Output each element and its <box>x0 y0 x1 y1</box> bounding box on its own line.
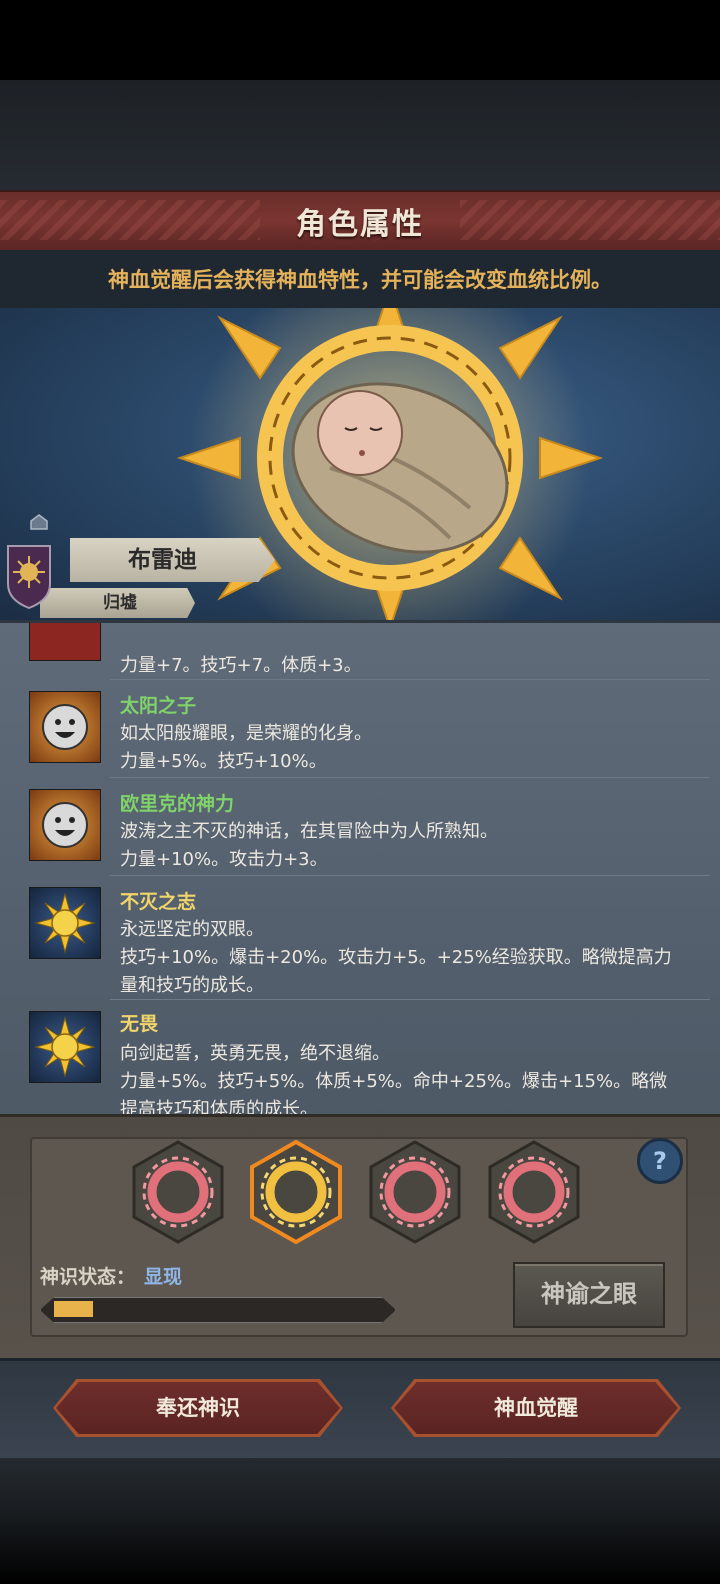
golden-sun-icon <box>29 1011 101 1083</box>
trait-effect: 量和技巧的成长。 <box>120 975 264 996</box>
golden-sunburst-icon <box>250 1139 342 1245</box>
blood-awaken-button[interactable]: 神血觉醒 <box>391 1379 681 1437</box>
oracle-eye-button[interactable]: 神谕之眼 <box>513 1262 665 1328</box>
trait-description: 向剑起誓，英勇无畏，绝不退缩。 <box>120 1043 390 1064</box>
divine-status-label: 神识状态： <box>40 1266 136 1288</box>
title-bar: 角色属性 <box>0 190 720 252</box>
subtitle-bar: 神血觉醒后会获得神血特性，并可能会改变血统比例。 <box>0 250 720 308</box>
trait-effect: 力量+10%。攻击力+3。 <box>120 849 328 870</box>
house-name: 归墟 <box>103 593 137 613</box>
smiley-icon <box>29 789 101 861</box>
trait-description: 如太阳般耀眼，是荣耀的化身。 <box>120 723 372 744</box>
trait-name: 不灭之志 <box>120 891 197 913</box>
trait-name: 无畏 <box>120 1013 159 1035</box>
return-divine-label: 奉还神识 <box>156 1396 240 1420</box>
page-subtitle: 神血觉醒后会获得神血特性，并可能会改变血统比例。 <box>108 268 612 292</box>
divine-slot-2[interactable] <box>248 1139 344 1245</box>
trait-description: 波涛之主不灭的神话，在其冒险中为人所熟知。 <box>120 821 498 842</box>
trait-effect: 力量+5%。技巧+5%。体质+5%。命中+25%。爆击+15%。略微 <box>120 1071 668 1092</box>
help-button[interactable]: ? <box>637 1138 683 1184</box>
red-sunburst-icon <box>132 1140 224 1244</box>
character-name: 布雷迪 <box>128 547 197 573</box>
divine-progress-fill <box>54 1301 93 1317</box>
trait-list[interactable]: 力量+7。技巧+7。体质+3。 太阳之子 如太阳般耀眼，是荣耀的化身。 力量+5… <box>0 620 720 1117</box>
return-divine-button[interactable]: 奉还神识 <box>53 1379 343 1437</box>
trait-effect: 技巧+10%。爆击+20%。攻击力+5。+25%经验获取。略微提高力 <box>120 947 672 968</box>
trait-effect: 力量+7。技巧+7。体质+3。 <box>120 655 362 676</box>
red-sunburst-icon <box>488 1140 580 1244</box>
trait-description: 永远坚定的双眼。 <box>120 919 264 940</box>
red-sunburst-icon <box>369 1140 461 1244</box>
golden-sun-icon <box>29 887 101 959</box>
trait-name: 欧里克的神力 <box>120 793 235 815</box>
smiley-icon <box>29 691 101 763</box>
divine-slot-3[interactable] <box>367 1140 463 1244</box>
status-bar-area <box>0 0 720 80</box>
bottom-backdrop <box>0 1458 720 1584</box>
top-backdrop <box>0 80 720 190</box>
partial-red-icon <box>29 623 101 661</box>
divine-slot-4[interactable] <box>486 1140 582 1244</box>
divine-status-value: 显现 <box>144 1266 183 1288</box>
trait-effect: 力量+5%。技巧+10%。 <box>120 751 327 772</box>
blood-awaken-label: 神血觉醒 <box>494 1396 578 1420</box>
house-rank-icon <box>30 514 48 530</box>
page-title: 角色属性 <box>296 207 424 242</box>
divine-progress-track <box>40 1297 396 1323</box>
family-crest-icon <box>7 545 51 610</box>
trait-name: 太阳之子 <box>120 695 197 717</box>
divine-slot-1[interactable] <box>130 1140 226 1244</box>
